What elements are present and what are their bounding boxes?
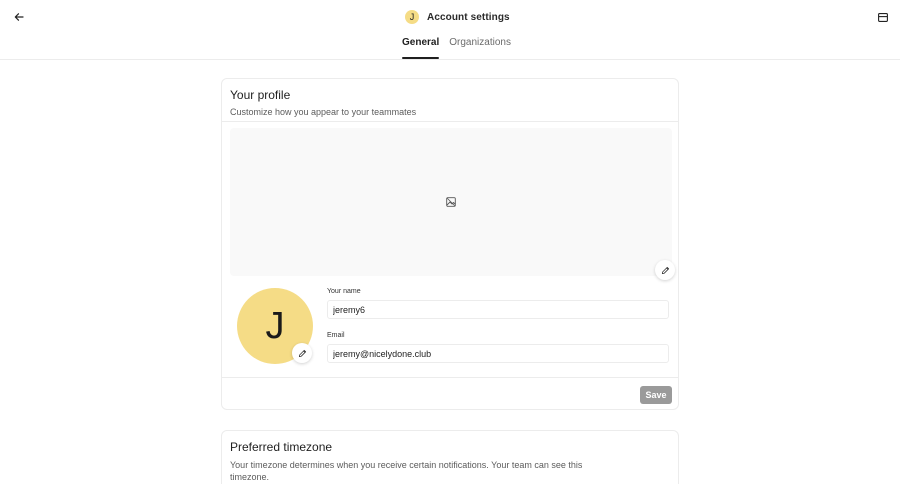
email-field[interactable] (327, 344, 669, 363)
divider (222, 121, 678, 122)
tab-organizations[interactable]: Organizations (449, 37, 511, 58)
timezone-description: Your timezone determines when you receiv… (230, 460, 583, 482)
pencil-icon (298, 349, 306, 357)
cover-image-area[interactable] (230, 128, 672, 276)
name-field[interactable] (327, 300, 669, 319)
divider (222, 377, 678, 378)
email-label: Email (327, 332, 345, 339)
name-label: Your name (327, 288, 361, 295)
image-placeholder-icon (446, 197, 456, 207)
back-button[interactable] (10, 8, 28, 26)
top-bar: J Account settings General Organizations (0, 0, 900, 60)
profile-subtitle: Customize how you appear to your teammat… (230, 107, 417, 117)
settings-tabs: General Organizations (402, 37, 511, 59)
save-button[interactable]: Save (640, 386, 672, 404)
arrow-left-icon (14, 13, 24, 21)
page-title: Account settings (427, 11, 510, 23)
sidebar-toggle-button[interactable] (874, 8, 892, 26)
edit-cover-button[interactable] (655, 260, 675, 280)
pencil-icon (661, 266, 669, 274)
avatar-small: J (405, 10, 419, 24)
timezone-card-header: Preferred timezone Your timezone determi… (222, 431, 678, 483)
timezone-card: Preferred timezone Your timezone determi… (221, 430, 679, 484)
profile-card-header: Your profile Customize how you appear to… (222, 79, 678, 118)
sidebar-toggle-icon (878, 12, 888, 22)
profile-card: Your profile Customize how you appear to… (221, 78, 679, 410)
tab-general[interactable]: General (402, 37, 440, 59)
timezone-title: Preferred timezone (230, 440, 333, 454)
profile-title: Your profile (230, 88, 291, 102)
page-header: J Account settings (405, 9, 510, 25)
edit-avatar-button[interactable] (292, 343, 312, 363)
